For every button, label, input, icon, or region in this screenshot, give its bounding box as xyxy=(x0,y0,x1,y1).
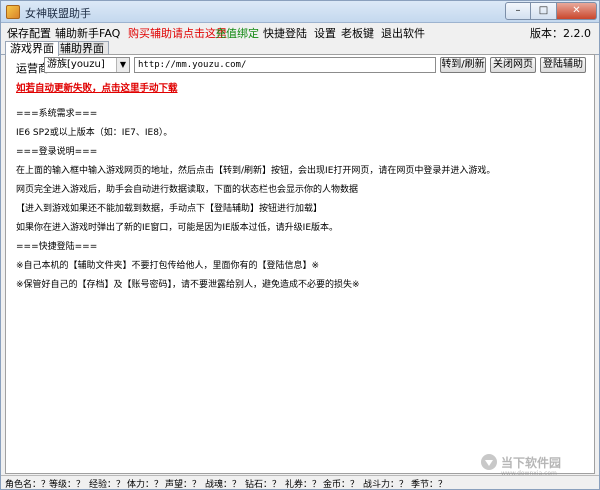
instruction-line: 【进入到游戏如果还不能加载到数据，手动点下【登陆辅助】按钮进行加载】 xyxy=(16,204,323,214)
minimize-button[interactable]: – xyxy=(505,2,531,20)
menu-quick-login[interactable]: 快捷登陆 xyxy=(263,25,307,41)
menu-buy[interactable]: 购买辅助请点击这里 xyxy=(128,25,227,41)
instruction-line: 网页完全进入游戏后，助手会自动进行数据读取，下面的状态栏也会显示你的人物数据 xyxy=(16,185,359,195)
window-controls: – □ ✕ xyxy=(505,2,597,20)
download-icon xyxy=(481,454,497,470)
menu-recharge-bind[interactable]: 充值绑定 xyxy=(215,25,259,41)
status-combat-power: 战斗力：？ xyxy=(363,480,409,490)
close-button[interactable]: ✕ xyxy=(557,2,597,20)
menu-save-config[interactable]: 保存配置 xyxy=(7,25,51,41)
url-input[interactable]: http://mm.youzu.com/ xyxy=(134,57,436,73)
status-bar: 角色名：？ 等级：？ 经验：？ 体力：？ 声望：？ 战魂：？ 钻石：？ 礼券：？… xyxy=(1,475,599,490)
title-bar: 女神联盟助手 – □ ✕ xyxy=(1,1,599,23)
status-exp: 经验：？ xyxy=(89,480,126,490)
tab-bar: 游戏界面 辅助界面 xyxy=(1,41,599,56)
menu-faq[interactable]: 辅助新手FAQ xyxy=(55,25,120,41)
status-role-name: 角色名：？ xyxy=(5,480,51,490)
login-assist-button[interactable]: 登陆辅助 xyxy=(540,57,586,73)
operator-value: 游族[youzu] xyxy=(47,59,105,70)
instruction-line: ※自己本机的【辅助文件夹】不要打包传给他人，里面你有的【登陆信息】※ xyxy=(16,261,320,271)
menu-exit[interactable]: 退出软件 xyxy=(381,25,425,41)
status-war-soul: 战魂：？ xyxy=(205,480,242,490)
status-gold: 金币：？ xyxy=(323,480,360,490)
menu-bar: 保存配置 辅助新手FAQ 购买辅助请点击这里 充值绑定 快捷登陆 设置 老板键 … xyxy=(1,23,599,40)
menu-settings[interactable]: 设置 xyxy=(314,25,336,41)
address-row: 运营商 游族[youzu] ▼ http://mm.youzu.com/ 转到/… xyxy=(6,55,594,77)
close-page-button[interactable]: 关闭网页 xyxy=(490,57,536,73)
instruction-line: ※保管好自己的【存档】及【账号密码】，请不要泄露给别人，避免造成不必要的损失※ xyxy=(16,280,360,290)
status-season: 季节：？ xyxy=(411,480,448,490)
section-heading: ===快捷登陆=== xyxy=(16,242,98,252)
menu-boss-key[interactable]: 老板键 xyxy=(341,25,374,41)
instruction-line: IE6 SP2或以上版本（如：IE7、IE8）。 xyxy=(16,128,173,138)
instruction-line: 如果你在进入游戏时弹出了新的IE窗口，可能是因为IE版本过低，请升级IE版本。 xyxy=(16,223,339,233)
status-diamond: 钻石：？ xyxy=(245,480,282,490)
app-icon xyxy=(6,5,20,19)
tab-game[interactable]: 游戏界面 xyxy=(5,41,59,56)
manual-download-link[interactable]: 如若自动更新失败，点击这里手动下载 xyxy=(16,83,178,95)
status-level: 等级：？ xyxy=(49,480,86,490)
instruction-line: 在上面的输入框中输入游戏网页的地址，然后点击【转到/刷新】按钮，会出现IE打开网… xyxy=(16,166,496,176)
status-coupon: 礼券：？ xyxy=(285,480,322,490)
status-stamina: 体力：？ xyxy=(127,480,164,490)
section-heading: ===登录说明=== xyxy=(16,147,98,157)
version-label: 版本：2.2.0 xyxy=(530,27,591,40)
watermark-text: 当下软件园 xyxy=(501,455,562,470)
operator-select[interactable]: 游族[youzu] ▼ xyxy=(44,57,130,73)
chevron-down-icon[interactable]: ▼ xyxy=(116,58,129,72)
tab-assist[interactable]: 辅助界面 xyxy=(55,41,109,55)
game-panel: 运营商 游族[youzu] ▼ http://mm.youzu.com/ 转到/… xyxy=(5,54,595,474)
go-refresh-button[interactable]: 转到/刷新 xyxy=(440,57,486,73)
section-heading: ===系统需求=== xyxy=(16,109,98,119)
status-prestige: 声望：？ xyxy=(165,480,202,490)
window-title: 女神联盟助手 xyxy=(25,7,91,20)
app-window: 女神联盟助手 – □ ✕ 保存配置 辅助新手FAQ 购买辅助请点击这里 充值绑定… xyxy=(0,0,600,490)
maximize-button[interactable]: □ xyxy=(531,2,557,20)
